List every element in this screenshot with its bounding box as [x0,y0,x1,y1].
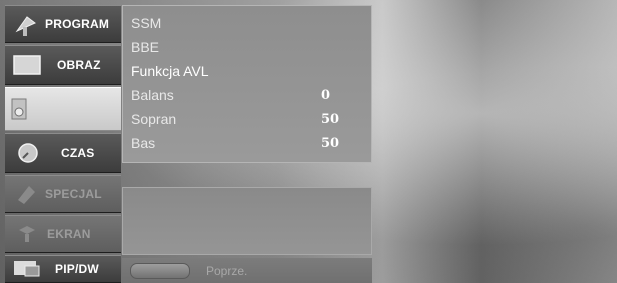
clock-icon [17,142,39,164]
picture-icon [13,55,41,75]
sound-row-sopran[interactable]: Sopran 50 [131,108,351,130]
sound-row-bas[interactable]: Bas 50 [131,132,351,154]
back-button-icon [130,262,190,279]
special-icon [15,182,39,206]
menu-item-program[interactable]: PROGRAM [5,5,121,43]
speaker-icon [11,98,29,120]
row-label: BBE [131,39,160,55]
sound-row-balans[interactable]: Balans 0 [131,84,351,106]
satellite-dish-icon [13,11,39,37]
navigation-hint-bar: Poprze. [122,258,372,283]
row-label: Bas [131,135,156,151]
sound-row-avl[interactable]: Funkcja AVL [131,60,351,82]
menu-item-ekran: EKRAN [5,215,121,253]
row-value: 50 [321,135,340,151]
row-value: 0 [321,87,331,103]
menu-item-pip[interactable]: PIP/DW [5,255,121,283]
menu-item-label: SPECJAL [45,187,102,201]
menu-item-label: OBRAZ [57,58,101,72]
pip-icon [13,260,41,278]
menu-item-label: PROGRAM [45,17,110,31]
row-label: Sopran [131,111,177,127]
menu-item-label: EKRAN [47,227,91,241]
menu-item-label: PIP/DW [55,262,99,276]
menu-item-czas[interactable]: CZAS [5,133,121,173]
row-label: Balans [131,87,174,103]
row-label: Funkcja AVL [131,63,209,79]
row-value: 50 [321,111,340,127]
info-panel [122,187,372,255]
sound-row-ssm[interactable]: SSM [131,12,351,34]
menu-item-label: CZAS [61,146,95,160]
menu-item-obraz[interactable]: OBRAZ [5,45,121,85]
sound-row-bbe[interactable]: BBE [131,36,351,58]
main-menu: PROGRAM OBRAZ CZAS SPECJAL EKRAN PIP/DW [5,5,121,283]
row-label: SSM [131,15,162,31]
screen-icon [15,222,39,246]
back-hint-label: Poprze. [206,263,248,278]
menu-item-specjal: SPECJAL [5,175,121,213]
menu-item-sound[interactable] [5,87,121,131]
sound-submenu: SSM BBE Funkcja AVL Balans 0 Sopran 50 B… [122,5,372,163]
